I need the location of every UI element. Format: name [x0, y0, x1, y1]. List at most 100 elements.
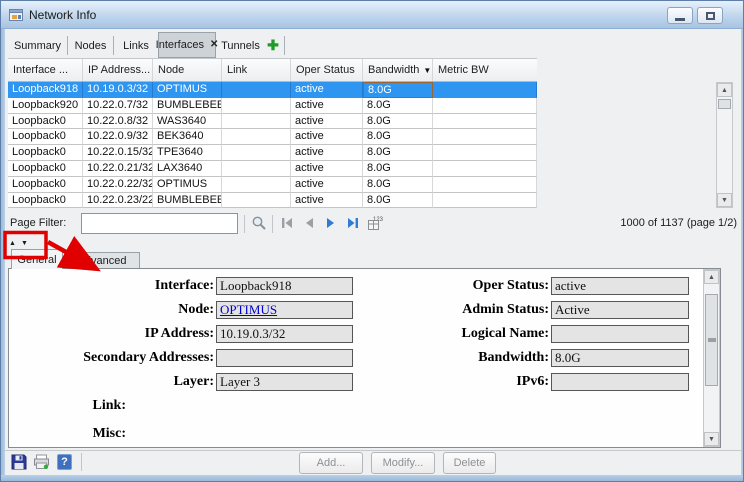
- column-header-node[interactable]: Node: [153, 59, 222, 81]
- plus-icon: ✚: [267, 37, 279, 54]
- table-cell: [222, 161, 291, 177]
- tab-interfaces-label: Interfaces: [156, 39, 204, 51]
- ipv6-field[interactable]: [551, 373, 689, 391]
- page-filter-input[interactable]: [81, 213, 238, 234]
- goto-page-icon[interactable]: 123: [366, 215, 384, 231]
- save-icon[interactable]: [11, 454, 27, 470]
- window-border-left: [1, 29, 5, 475]
- tab-summary-label: Summary: [14, 40, 61, 52]
- minimize-icon: [675, 18, 685, 21]
- next-page-button[interactable]: [322, 215, 340, 231]
- layer-field[interactable]: Layer 3: [216, 373, 353, 391]
- table-cell: OPTIMUS: [153, 177, 222, 193]
- column-header-metric-bw[interactable]: Metric BW: [433, 59, 537, 81]
- detail-scrollbar[interactable]: ▲ ▼: [703, 269, 720, 447]
- tab-links-label: Links: [123, 40, 149, 52]
- splitter-toggle[interactable]: ▲ ▼: [9, 237, 39, 249]
- column-header-bandwidth[interactable]: Bandwidth▼: [363, 59, 433, 81]
- print-icon[interactable]: [33, 454, 50, 470]
- search-icon[interactable]: [250, 215, 268, 231]
- table-row[interactable]: Loopback010.22.0.9/32BEK3640active8.0G: [8, 129, 537, 145]
- oper-status-label: Oper Status:: [341, 277, 549, 295]
- add-tab-button[interactable]: ✚: [264, 34, 282, 57]
- table-scrollbar[interactable]: ▲ ▼: [716, 82, 733, 208]
- table-row[interactable]: Loopback010.22.0.23/22BUMBLEBEEactive8.0…: [8, 193, 537, 209]
- toolbar-separator: [272, 215, 273, 233]
- table-row[interactable]: Loopback010.22.0.15/32TPE3640active8.0G: [8, 145, 537, 161]
- table-cell: [433, 145, 537, 161]
- table-row[interactable]: Loopback010.22.0.22/32OPTIMUSactive8.0G: [8, 177, 537, 193]
- bandwidth-field[interactable]: 8.0G: [551, 349, 689, 367]
- tab-tunnels-label: Tunnels: [221, 40, 260, 52]
- column-header-link[interactable]: Link: [222, 59, 291, 81]
- table-cell: active: [291, 129, 363, 145]
- bandwidth-label: Bandwidth: [368, 64, 419, 76]
- modify-button[interactable]: Modify...: [371, 452, 435, 474]
- detail-scrollbar-thumb[interactable]: [705, 294, 718, 386]
- splitter-down-icon[interactable]: ▼: [21, 240, 28, 247]
- table-cell: 8.0G: [363, 114, 433, 130]
- delete-button[interactable]: Delete: [443, 452, 496, 474]
- title-bar[interactable]: Network Info: [1, 1, 744, 29]
- column-header-oper-status[interactable]: Oper Status: [291, 59, 363, 81]
- logical-name-field[interactable]: [551, 325, 689, 343]
- network-info-window: Network Info Summary Nodes Links Interfa…: [0, 0, 744, 482]
- maximize-button[interactable]: [697, 7, 723, 24]
- layer-label: Layer:: [9, 373, 214, 391]
- tab-summary[interactable]: Summary: [9, 34, 66, 57]
- table-row[interactable]: Loopback92010.22.0.7/32BUMBLEBEEactive8.…: [8, 98, 537, 114]
- interface-label: Interface:: [9, 277, 214, 295]
- tab-separator: [284, 36, 285, 55]
- node-link[interactable]: OPTIMUS: [220, 302, 277, 317]
- table-cell: 10.19.0.3/32: [83, 82, 153, 98]
- previous-page-button[interactable]: [300, 215, 318, 231]
- table-cell: 10.22.0.8/32: [83, 114, 153, 130]
- scroll-down-button[interactable]: ▼: [717, 193, 732, 207]
- ip-address-label: IP Address:: [9, 325, 214, 343]
- tab-interfaces[interactable]: Interfaces ✕: [158, 32, 216, 58]
- tab-tunnels[interactable]: Tunnels: [218, 34, 263, 57]
- detail-scroll-up-button[interactable]: ▲: [704, 270, 719, 284]
- scroll-up-button[interactable]: ▲: [717, 83, 732, 97]
- scrollbar-thumb[interactable]: [718, 99, 731, 109]
- detail-scroll-down-button[interactable]: ▼: [704, 432, 719, 446]
- table-cell: OPTIMUS: [153, 82, 222, 98]
- table-cell: [433, 193, 537, 209]
- table-cell: [433, 114, 537, 130]
- table-cell: active: [291, 98, 363, 114]
- table-cell: 10.22.0.7/32: [83, 98, 153, 114]
- column-header-interface[interactable]: Interface ...: [8, 59, 83, 81]
- table-cell: 8.0G: [363, 129, 433, 145]
- minimize-button[interactable]: [667, 7, 693, 24]
- oper-status-field[interactable]: active: [551, 277, 689, 295]
- tab-general[interactable]: General: [11, 249, 63, 269]
- ip-address-field[interactable]: 10.19.0.3/32: [216, 325, 353, 343]
- table-cell: Loopback920: [8, 98, 83, 114]
- table-row[interactable]: Loopback010.22.0.8/32WAS3640active8.0G: [8, 114, 537, 130]
- app-icon: [9, 8, 23, 22]
- interface-field[interactable]: Loopback918: [216, 277, 353, 295]
- table-row[interactable]: Loopback010.22.0.21/32LAX3640active8.0G: [8, 161, 537, 177]
- node-field[interactable]: OPTIMUS: [216, 301, 353, 319]
- splitter-up-icon[interactable]: ▲: [9, 240, 16, 247]
- admin-status-label: Admin Status:: [341, 301, 549, 319]
- pagination-status: 1000 of 1137 (page 1/2): [501, 217, 737, 229]
- column-header-ip-address[interactable]: IP Address...: [83, 59, 153, 81]
- link-label: Link:: [9, 397, 126, 415]
- help-icon[interactable]: ?: [57, 454, 72, 470]
- toolbar-separator: [244, 215, 245, 233]
- table-cell: [433, 129, 537, 145]
- table-header: Interface ... IP Address... Node Link Op…: [8, 58, 537, 82]
- tab-nodes[interactable]: Nodes: [69, 34, 112, 57]
- table-cell: active: [291, 161, 363, 177]
- tab-links[interactable]: Links: [115, 34, 157, 57]
- tab-separator: [67, 36, 68, 55]
- add-button[interactable]: Add...: [299, 452, 363, 474]
- last-page-button[interactable]: [344, 215, 362, 231]
- table-cell: 10.22.0.23/22: [83, 193, 153, 209]
- table-row[interactable]: Loopback91810.19.0.3/32OPTIMUSactive8.0G: [8, 82, 537, 98]
- secondary-addresses-field[interactable]: [216, 349, 353, 367]
- admin-status-field[interactable]: Active: [551, 301, 689, 319]
- tab-advanced[interactable]: Advanced: [64, 252, 140, 269]
- first-page-button[interactable]: [278, 215, 296, 231]
